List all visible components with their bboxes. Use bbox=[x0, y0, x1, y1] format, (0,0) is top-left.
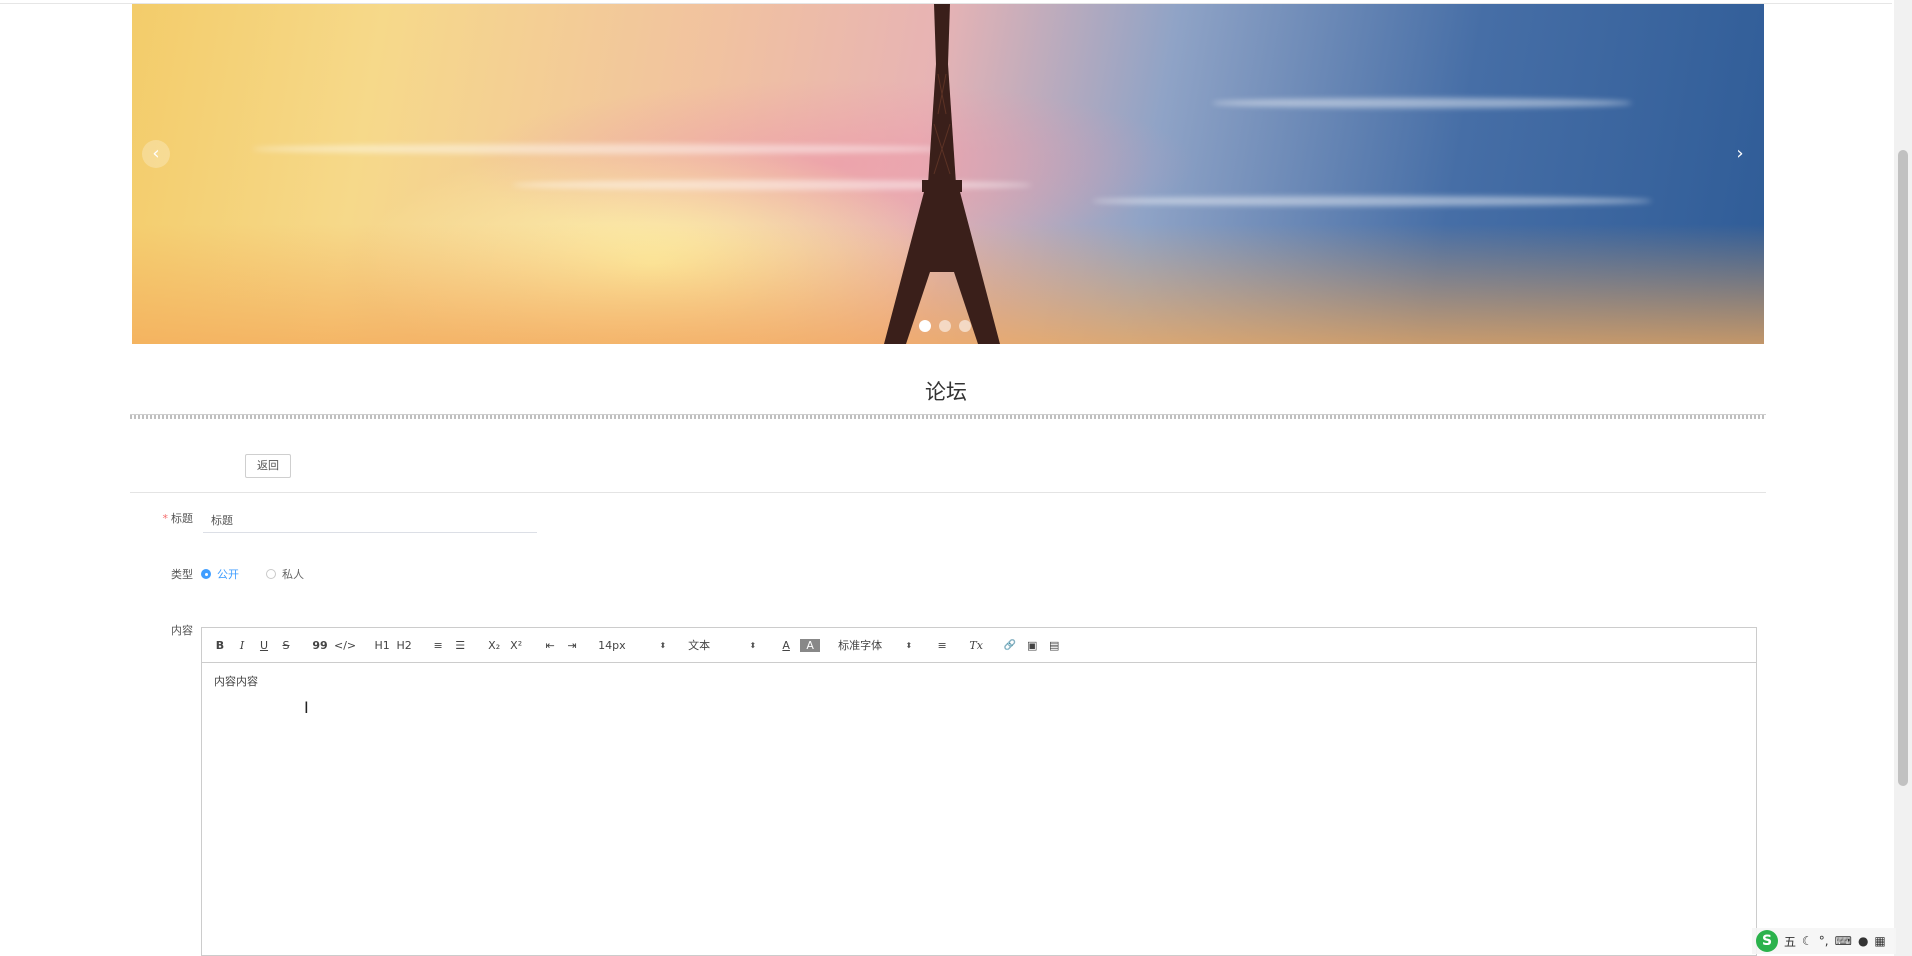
banner-carousel[interactable]: ‹ › bbox=[132, 4, 1764, 344]
strike-button[interactable]: S bbox=[278, 639, 294, 652]
carousel-dot[interactable] bbox=[919, 320, 931, 332]
picker-caret-icon: ⬍ bbox=[905, 640, 913, 650]
ime-mode[interactable]: 五 bbox=[1784, 933, 1796, 950]
ime-toolbar[interactable]: S 五 ☾ °, ⌨ ● ▦ bbox=[1752, 928, 1896, 954]
punctuation-icon[interactable]: °, bbox=[1819, 934, 1829, 948]
carousel-dot[interactable] bbox=[959, 320, 971, 332]
indent-button[interactable]: ⇥ bbox=[564, 639, 580, 652]
clean-format-button[interactable]: Tx bbox=[968, 639, 984, 652]
header2-button[interactable]: H2 bbox=[396, 639, 412, 652]
type-label: 类型 bbox=[171, 568, 193, 581]
header1-button[interactable]: H1 bbox=[374, 639, 390, 652]
radio-public[interactable]: 公开 bbox=[201, 566, 239, 582]
picker-caret-icon: ⬍ bbox=[749, 640, 757, 650]
banner-cloud bbox=[1092, 196, 1652, 206]
radio-circle-icon bbox=[266, 569, 276, 579]
grid-icon[interactable]: ▦ bbox=[1874, 934, 1885, 948]
radio-circle-icon bbox=[201, 569, 211, 579]
font-family-value: 标准字体 bbox=[838, 639, 883, 652]
image-button[interactable]: ▣ bbox=[1024, 639, 1040, 652]
bold-button[interactable]: B bbox=[212, 639, 228, 652]
ordered-list-button[interactable]: ≡ bbox=[430, 639, 446, 652]
radio-public-label: 公开 bbox=[217, 568, 239, 581]
carousel-dot[interactable] bbox=[939, 320, 951, 332]
radio-private[interactable]: 私人 bbox=[266, 566, 304, 582]
blockquote-button[interactable]: 99 bbox=[312, 639, 328, 652]
title-label-text: 标题 bbox=[171, 512, 193, 525]
carousel-prev-button[interactable]: ‹ bbox=[142, 140, 170, 168]
banner-cloud bbox=[252, 144, 952, 154]
moon-icon[interactable]: ☾ bbox=[1802, 934, 1813, 948]
scrollbar-thumb[interactable] bbox=[1898, 150, 1908, 786]
video-button[interactable]: ▤ bbox=[1046, 639, 1062, 652]
font-size-picker[interactable]: 14px ⬍ bbox=[598, 639, 666, 652]
rich-text-editor: B I U S 99 </> H1 H2 ≡ ☰ X₂ X² ⇤ ⇥ 14px … bbox=[201, 627, 1757, 956]
italic-button[interactable]: I bbox=[234, 639, 250, 652]
page-scrollbar[interactable] bbox=[1894, 0, 1912, 956]
code-block-button[interactable]: </> bbox=[334, 639, 356, 652]
link-button[interactable]: 🔗 bbox=[1002, 640, 1018, 651]
font-size-value: 14px bbox=[598, 638, 626, 652]
font-family-picker[interactable]: 标准字体 ⬍ bbox=[838, 637, 912, 653]
keyboard-icon[interactable]: ⌨ bbox=[1835, 934, 1852, 948]
banner-cloud bbox=[1212, 98, 1632, 108]
content-label: 内容 bbox=[171, 624, 193, 637]
section-divider bbox=[130, 492, 1766, 493]
user-icon[interactable]: ● bbox=[1858, 934, 1868, 948]
required-mark: * bbox=[162, 512, 169, 525]
underline-button[interactable]: U bbox=[256, 639, 272, 652]
picker-caret-icon: ⬍ bbox=[659, 640, 667, 650]
text-cursor-icon: I bbox=[304, 698, 309, 717]
header-picker[interactable]: 文本 ⬍ bbox=[688, 637, 756, 653]
align-button[interactable]: ≡ bbox=[934, 639, 950, 652]
radio-private-label: 私人 bbox=[282, 568, 304, 581]
header-value: 文本 bbox=[688, 639, 711, 652]
subscript-button[interactable]: X₂ bbox=[486, 639, 502, 652]
carousel-indicators bbox=[919, 320, 971, 332]
editor-content[interactable]: 内容内容 bbox=[202, 663, 1756, 699]
editor-toolbar: B I U S 99 </> H1 H2 ≡ ☰ X₂ X² ⇤ ⇥ 14px … bbox=[202, 628, 1756, 663]
back-button[interactable]: 返回 bbox=[245, 454, 291, 478]
title-label: * 标题 bbox=[133, 510, 194, 526]
page-title: 论坛 bbox=[925, 380, 967, 404]
outdent-button[interactable]: ⇤ bbox=[542, 639, 558, 652]
superscript-button[interactable]: X² bbox=[508, 639, 524, 652]
bullet-list-button[interactable]: ☰ bbox=[452, 639, 468, 652]
title-input[interactable] bbox=[203, 508, 537, 533]
ime-logo-icon: S bbox=[1756, 930, 1778, 952]
title-divider bbox=[130, 414, 1766, 419]
eiffel-tower-image bbox=[884, 4, 1000, 344]
background-color-button[interactable]: A bbox=[800, 638, 821, 652]
carousel-next-button[interactable]: › bbox=[1726, 140, 1754, 168]
text-color-button[interactable]: A bbox=[778, 639, 794, 652]
